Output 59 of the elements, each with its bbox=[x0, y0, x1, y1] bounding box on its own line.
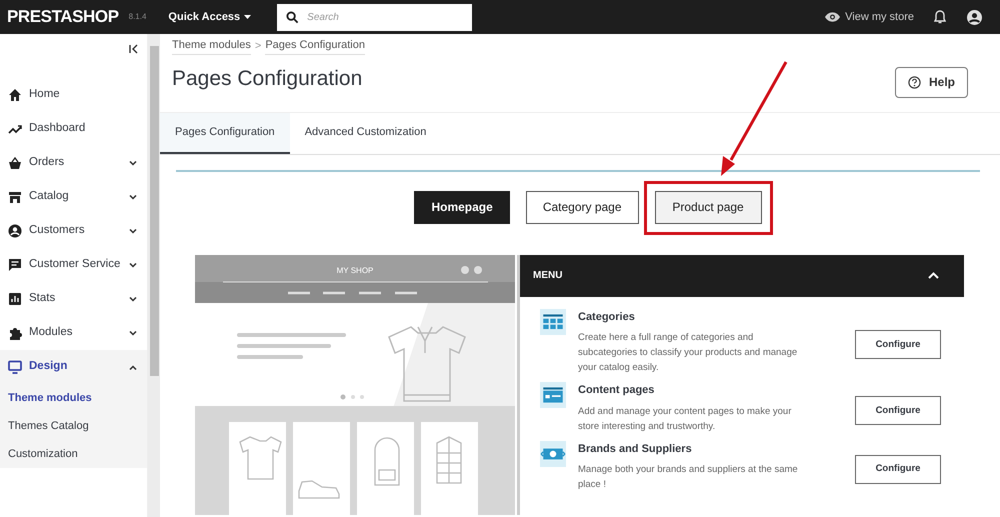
help-button[interactable]: Help bbox=[895, 66, 968, 98]
breadcrumb-separator: > bbox=[254, 38, 262, 54]
view-store-link[interactable]: View my store bbox=[825, 8, 914, 26]
version-label: 8.1.4 bbox=[128, 11, 146, 23]
sidebar-item[interactable]: Design bbox=[0, 350, 147, 384]
monitor-icon bbox=[8, 360, 22, 374]
notification-bell-icon[interactable] bbox=[934, 10, 946, 24]
user-avatar-icon[interactable] bbox=[967, 10, 982, 24]
basket-icon bbox=[8, 156, 22, 170]
breadcrumb-link[interactable]: Pages Configuration bbox=[265, 37, 365, 54]
configure-button[interactable]: Configure bbox=[855, 454, 941, 484]
scrollbar[interactable] bbox=[148, 34, 160, 517]
sidebar-item[interactable]: Home bbox=[0, 78, 147, 112]
page-type-button[interactable]: Product page bbox=[654, 190, 762, 224]
browser-window-icon bbox=[540, 382, 566, 408]
store-icon bbox=[8, 190, 22, 204]
quick-access-menu[interactable]: Quick Access bbox=[168, 8, 252, 26]
chevron-up-icon[interactable] bbox=[928, 272, 939, 279]
help-icon bbox=[908, 76, 921, 88]
menu-item-description: Manage both your brands and suppliers at the same place ! bbox=[578, 463, 799, 492]
user-circle-icon bbox=[8, 224, 22, 238]
menu-item-title: Content pages bbox=[578, 383, 656, 398]
search-field[interactable]: Search bbox=[277, 4, 472, 30]
sidebar-subitem[interactable]: Theme modules bbox=[0, 384, 147, 412]
tab[interactable]: Pages Configuration bbox=[160, 112, 290, 154]
sidebar-subitem[interactable]: Themes Catalog bbox=[0, 412, 147, 440]
banknote-icon bbox=[540, 440, 566, 466]
puzzle-piece-icon bbox=[8, 326, 22, 340]
menu-item-description: Create here a full range of categories and subcategories to classify your products and manage your catalog easily. bbox=[578, 331, 798, 375]
bar-chart-icon bbox=[8, 292, 22, 306]
menu-item-title: Categories bbox=[578, 310, 636, 324]
configure-button[interactable]: Configure bbox=[855, 330, 941, 360]
eye-icon bbox=[825, 12, 840, 22]
sidebar-item[interactable]: Customer Service bbox=[0, 248, 147, 282]
breadcrumb-link[interactable]: Theme modules bbox=[172, 37, 251, 54]
caret-icon bbox=[244, 15, 252, 19]
trend-line-icon bbox=[8, 122, 22, 136]
chat-bubble-icon bbox=[8, 258, 22, 272]
sidebar-item[interactable]: Customers bbox=[0, 214, 147, 248]
sidebar-item[interactable]: Stats bbox=[0, 282, 147, 316]
shop-title-text: MY SHOP bbox=[336, 266, 374, 274]
collapse-sidebar-icon[interactable] bbox=[129, 44, 139, 54]
sidebar-item[interactable]: Orders bbox=[0, 146, 147, 180]
menu-item-description: Add and manage your content pages to make your store interesting and trustworthy. bbox=[578, 404, 792, 434]
logo[interactable]: PRESTASHOP bbox=[7, 4, 119, 30]
page-type-button[interactable]: Category page bbox=[526, 190, 639, 224]
sidebar-item[interactable]: Catalog bbox=[0, 180, 147, 214]
sidebar-item[interactable]: Dashboard bbox=[0, 112, 147, 146]
grid-icon bbox=[540, 308, 566, 334]
tab[interactable]: Advanced Customization bbox=[290, 112, 442, 154]
menu-panel-title: MENU bbox=[533, 269, 562, 283]
menu-item-title: Brands and Suppliers bbox=[578, 442, 693, 456]
sidebar-subitem[interactable]: Customization bbox=[0, 440, 147, 468]
page-type-button[interactable]: Homepage bbox=[414, 190, 510, 224]
search-icon bbox=[286, 10, 300, 24]
sidebar-item[interactable]: Modules bbox=[0, 316, 147, 350]
configure-button[interactable]: Configure bbox=[855, 396, 941, 426]
house-icon bbox=[8, 88, 22, 102]
page-title: Pages Configuration bbox=[172, 66, 362, 92]
